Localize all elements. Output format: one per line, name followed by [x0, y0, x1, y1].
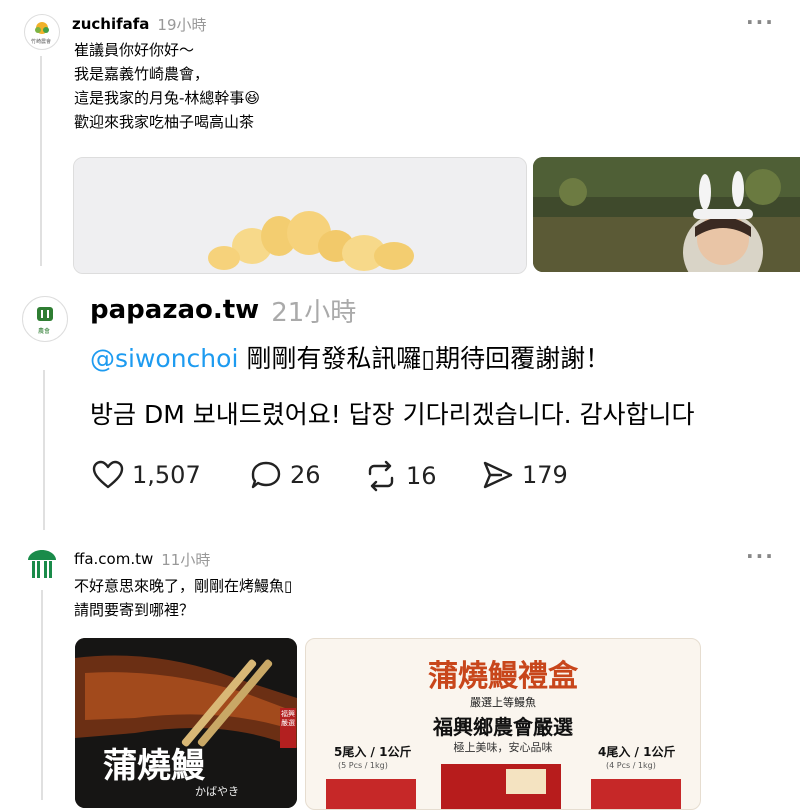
mention-link[interactable]: @siwonchoi	[90, 344, 238, 373]
share-count: 179	[522, 461, 568, 489]
share-button[interactable]: 179	[482, 460, 568, 490]
avatar-caption: 農會	[38, 328, 51, 335]
gift-subtitle: 嚴選上等鰻魚	[470, 696, 536, 709]
more-options-icon[interactable]: ···	[746, 10, 775, 34]
rabbit-ears-photo	[533, 157, 800, 272]
thread-line	[40, 56, 42, 266]
post-image-pomelo[interactable]	[73, 157, 527, 274]
post-text-line: @siwonchoi 剛剛有發私訊囉▯期待回覆謝謝！	[90, 339, 610, 375]
timestamp: 21小時	[271, 297, 357, 328]
comment-count: 26	[290, 461, 321, 489]
eel-tag: 福興嚴選	[281, 710, 295, 727]
username[interactable]: papazao.tw	[90, 295, 259, 325]
post-text-line: 不好意思來晚了，剛剛在烤鰻魚▯	[74, 577, 293, 595]
gift-title: 蒲燒鰻禮盒	[428, 659, 578, 694]
username[interactable]: ffa.com.tw	[74, 550, 153, 568]
post-image-gift-box[interactable]: 蒲燒鰻禮盒 嚴選上等鰻魚 福興鄉農會嚴選 極上美味，安心品味 5尾入 / 1公斤…	[305, 638, 701, 810]
like-button[interactable]: 1,507	[92, 460, 201, 490]
post-text-line: 我是嘉義竹崎農會，	[74, 65, 210, 83]
heart-icon	[92, 460, 124, 489]
repost-icon	[368, 460, 394, 492]
gift-left-sub: (5 Pcs / 1kg)	[338, 761, 388, 770]
timestamp: 11小時	[161, 550, 211, 569]
like-count: 1,507	[132, 461, 201, 489]
thread-line	[41, 590, 43, 800]
eel-subtitle: かばやき	[195, 785, 239, 798]
repost-count: 16	[406, 462, 437, 490]
repost-button[interactable]: 16	[364, 460, 437, 492]
comment-icon	[251, 461, 281, 489]
ffa-logo-icon	[28, 550, 56, 578]
avatar-ffa[interactable]	[24, 546, 60, 582]
post-text-line: 請問要寄到哪裡？	[74, 601, 195, 619]
post-text-line: 這是我家的月兔-林總幹事😆	[74, 89, 261, 107]
post-text-line: 歡迎來我家吃柚子喝高山茶	[74, 113, 255, 131]
post-text-line: 崔議員你好你好～	[74, 41, 195, 59]
gift-right-sub: (4 Pcs / 1kg)	[606, 761, 656, 770]
send-icon	[483, 461, 513, 489]
username[interactable]: zuchifafa	[72, 15, 149, 33]
eel-title: 蒲燒鰻	[103, 746, 205, 786]
post-text: 剛剛有發私訊囉▯期待回覆謝謝！	[238, 344, 611, 373]
gift-farm-name: 福興鄉農會嚴選	[433, 715, 573, 739]
post-image-rabbit[interactable]	[533, 157, 800, 272]
comment-button[interactable]: 26	[250, 460, 321, 490]
more-options-icon[interactable]: ···	[746, 544, 775, 568]
post-text-line: 방금 DM 보내드렸어요! 답장 기다리겠습니다. 감사합니다	[90, 400, 695, 429]
avatar-zuchifafa[interactable]: 竹崎農會	[24, 14, 60, 50]
avatar-papazao[interactable]: 農會	[22, 296, 68, 342]
gift-left-label: 5尾入 / 1公斤	[334, 745, 412, 759]
pomelo-image	[74, 158, 526, 273]
thread-line	[43, 370, 45, 530]
post-image-eel[interactable]: 福興嚴選 蒲燒鰻 かばやき	[75, 638, 297, 808]
gift-right-label: 4尾入 / 1公斤	[598, 745, 676, 759]
timestamp: 19小時	[157, 15, 207, 34]
avatar-caption: 竹崎農會	[31, 39, 52, 45]
